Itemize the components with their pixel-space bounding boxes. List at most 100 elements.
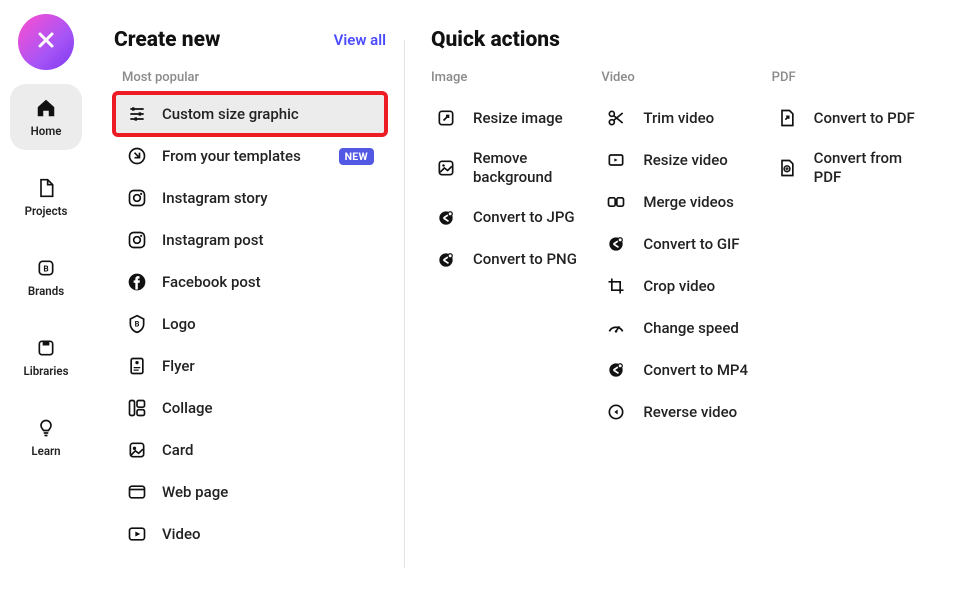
create-collage[interactable]: Collage — [114, 387, 386, 429]
from-pdf-icon — [776, 157, 798, 179]
create-web-page[interactable]: Web page — [114, 471, 386, 513]
create-from-templates[interactable]: From your templates NEW — [114, 135, 386, 177]
quick-merge-videos[interactable]: Merge videos — [601, 181, 761, 223]
quick-head: Video — [601, 70, 761, 85]
nav-label: Learn — [31, 444, 60, 458]
logo-icon: B — [126, 313, 148, 335]
quick-item-label: Merge videos — [643, 193, 734, 212]
create-item-label: Flyer — [162, 357, 374, 375]
create-card[interactable]: Card — [114, 429, 386, 471]
quick-convert-to-pdf[interactable]: Convert to PDF — [772, 97, 932, 139]
quick-resize-image[interactable]: Resize image — [431, 97, 591, 139]
facebook-icon — [126, 271, 148, 293]
templates-icon — [126, 145, 148, 167]
create-instagram-story[interactable]: Instagram story — [114, 177, 386, 219]
svg-text:B: B — [43, 264, 48, 274]
create-item-label: From your templates — [162, 147, 325, 165]
quick-head: Image — [431, 70, 591, 85]
libraries-icon — [34, 336, 58, 360]
quick-convert-gif[interactable]: Convert to GIF — [601, 223, 761, 265]
quick-crop-video[interactable]: Crop video — [601, 265, 761, 307]
resize-image-icon — [435, 107, 457, 129]
svg-text:B: B — [135, 320, 140, 329]
remove-bg-icon — [435, 157, 457, 179]
nav-libraries[interactable]: Libraries — [10, 324, 82, 390]
create-item-label: Custom size graphic — [162, 105, 374, 123]
quick-item-label: Convert to MP4 — [643, 361, 748, 380]
resize-video-icon — [605, 149, 627, 171]
flyer-icon — [126, 355, 148, 377]
quick-convert-jpg[interactable]: Convert to JPG — [431, 197, 591, 239]
create-item-label: Instagram story — [162, 189, 374, 207]
quick-col-pdf: PDF Convert to PDF Convert from PDF — [772, 70, 932, 433]
quick-reverse-video[interactable]: Reverse video — [601, 391, 761, 433]
quick-item-label: Crop video — [643, 277, 715, 296]
quick-convert-png[interactable]: Convert to PNG — [431, 239, 591, 281]
brand-icon: B — [34, 256, 58, 280]
create-flyer[interactable]: Flyer — [114, 345, 386, 387]
nav-label: Brands — [28, 284, 64, 298]
quick-item-label: Resize video — [643, 151, 727, 170]
create-item-label: Instagram post — [162, 231, 374, 249]
create-facebook-post[interactable]: Facebook post — [114, 261, 386, 303]
play-icon — [126, 523, 148, 545]
create-item-label: Collage — [162, 399, 374, 417]
quick-convert-from-pdf[interactable]: Convert from PDF — [772, 139, 932, 197]
convert-jpg-icon — [435, 207, 457, 229]
quick-item-label: Resize image — [473, 109, 563, 128]
convert-gif-icon — [605, 233, 627, 255]
reverse-icon — [605, 401, 627, 423]
instagram-icon — [126, 229, 148, 251]
create-instagram-post[interactable]: Instagram post — [114, 219, 386, 261]
merge-icon — [605, 191, 627, 213]
quick-resize-video[interactable]: Resize video — [601, 139, 761, 181]
nav-learn[interactable]: Learn — [10, 404, 82, 470]
close-icon — [34, 28, 58, 56]
quick-actions-column: Quick actions Image Resize image Remove … — [405, 28, 932, 580]
sidebar: Home Projects B Brands Libraries Learn — [0, 0, 92, 608]
new-badge: NEW — [339, 148, 374, 165]
create-logo[interactable]: B Logo — [114, 303, 386, 345]
quick-item-label: Convert to PNG — [473, 250, 577, 269]
quick-item-label: Remove background — [473, 149, 587, 187]
quick-col-image: Image Resize image Remove background Con… — [431, 70, 591, 433]
trim-icon — [605, 107, 627, 129]
quick-actions-title: Quick actions — [431, 28, 932, 52]
create-item-label: Video — [162, 525, 374, 543]
create-item-label: Logo — [162, 315, 374, 333]
card-icon — [126, 439, 148, 461]
speed-icon — [605, 317, 627, 339]
create-item-label: Card — [162, 441, 374, 459]
create-item-label: Facebook post — [162, 273, 374, 291]
home-icon — [34, 96, 58, 120]
quick-remove-background[interactable]: Remove background — [431, 139, 591, 197]
nav-label: Projects — [25, 204, 68, 218]
lightbulb-icon — [34, 416, 58, 440]
create-title: Create new — [114, 28, 220, 52]
file-icon — [34, 176, 58, 200]
quick-head: PDF — [772, 70, 932, 85]
quick-item-label: Trim video — [643, 109, 714, 128]
nav-home[interactable]: Home — [10, 84, 82, 150]
quick-item-label: Reverse video — [643, 403, 737, 422]
collage-icon — [126, 397, 148, 419]
main-panel: Create new View all Most popular Custom … — [92, 0, 962, 608]
quick-trim-video[interactable]: Trim video — [601, 97, 761, 139]
nav-label: Home — [31, 124, 62, 138]
quick-convert-mp4[interactable]: Convert to MP4 — [601, 349, 761, 391]
view-all-link[interactable]: View all — [334, 31, 386, 49]
close-button[interactable] — [18, 14, 74, 70]
quick-item-label: Convert to GIF — [643, 235, 739, 254]
nav-brands[interactable]: B Brands — [10, 244, 82, 310]
nav-projects[interactable]: Projects — [10, 164, 82, 230]
create-video[interactable]: Video — [114, 513, 386, 555]
instagram-icon — [126, 187, 148, 209]
quick-change-speed[interactable]: Change speed — [601, 307, 761, 349]
nav-label: Libraries — [23, 364, 68, 378]
create-custom-size-graphic[interactable]: Custom size graphic — [114, 93, 386, 135]
sliders-icon — [126, 103, 148, 125]
quick-item-label: Convert from PDF — [814, 149, 928, 187]
to-pdf-icon — [776, 107, 798, 129]
create-subhead: Most popular — [114, 70, 386, 85]
create-item-label: Web page — [162, 483, 374, 501]
